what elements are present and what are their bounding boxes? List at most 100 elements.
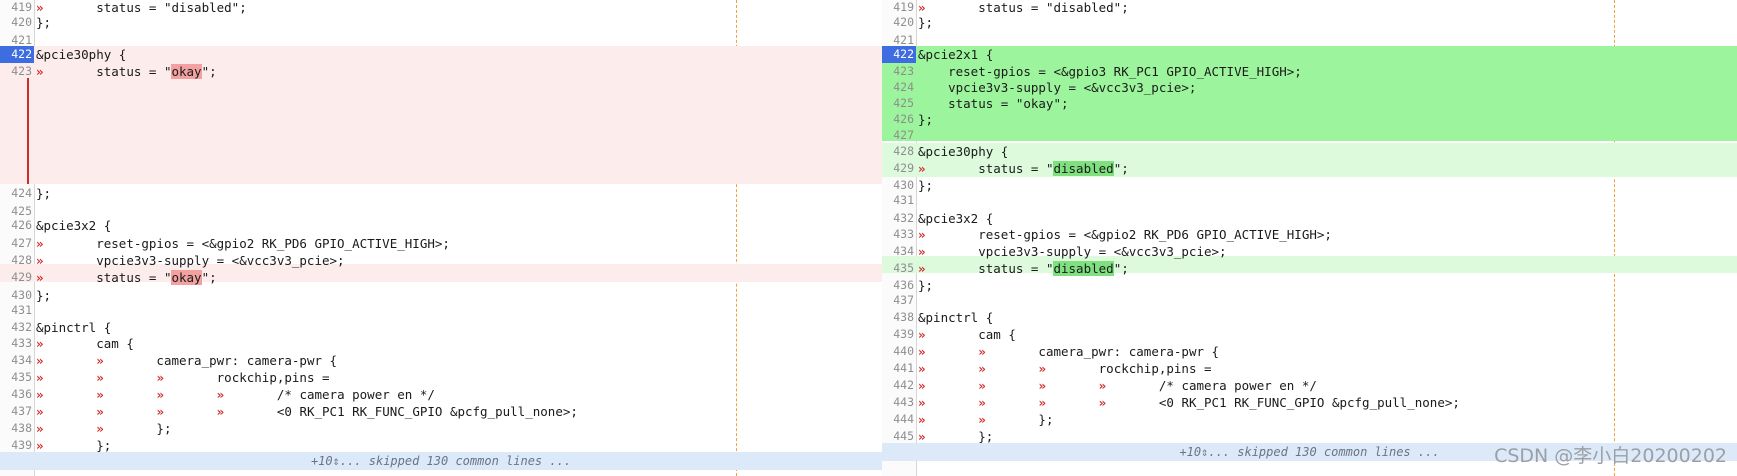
tab-marker: » [36, 270, 44, 285]
line-number[interactable]: 424 [0, 185, 34, 202]
line-number[interactable]: 434 [882, 243, 916, 260]
code-line[interactable]: » status = "okay"; [36, 269, 217, 286]
tab-marker: » [918, 327, 926, 342]
code-line[interactable]: » reset-gpios = <&gpio2 RK_PD6 GPIO_ACTI… [36, 235, 450, 252]
code-line[interactable]: &pcie30phy { [36, 46, 126, 63]
code-line[interactable]: }; [918, 177, 933, 194]
right-diff-pane[interactable]: 419» status = "disabled"; 420}; 421 422 &pci… [882, 0, 1737, 476]
line-number[interactable]: 422 [882, 46, 916, 63]
line-number[interactable]: 431 [0, 302, 34, 319]
changed-word: disabled [1053, 261, 1114, 276]
line-number[interactable]: 422 [0, 46, 34, 63]
code-line[interactable]: reset-gpios = <&gpio3 RK_PC1 GPIO_ACTIVE… [918, 63, 1302, 80]
code-line[interactable]: » » }; [918, 411, 1053, 428]
line-number[interactable]: 435 [0, 369, 34, 386]
code-line[interactable]: » vpcie3v3-supply = <&vcc3v3_pcie>; [918, 243, 1227, 260]
code-line[interactable]: }; [918, 111, 933, 128]
code-line[interactable]: » » camera_pwr: camera-pwr { [918, 343, 1219, 360]
line-number[interactable]: 423 [882, 63, 916, 80]
line-number[interactable]: 437 [0, 403, 34, 420]
code-line[interactable]: » status = "disabled"; [918, 260, 1129, 277]
line-number[interactable]: 426 [882, 111, 916, 128]
line-number[interactable]: 441 [882, 360, 916, 377]
code-line[interactable]: » » camera_pwr: camera-pwr { [36, 352, 337, 369]
code-line[interactable]: vpcie3v3-supply = <&vcc3v3_pcie>; [918, 79, 1196, 96]
line-number[interactable]: 438 [882, 309, 916, 326]
line-number[interactable]: 432 [0, 319, 34, 336]
line-number[interactable]: 440 [882, 343, 916, 360]
code-line[interactable]: » status = "disabled"; [918, 160, 1129, 177]
code-line[interactable]: » cam { [918, 326, 1016, 343]
line-number[interactable]: 439 [882, 326, 916, 343]
line-number[interactable]: 435 [882, 260, 916, 277]
code-line[interactable]: &pcie2x1 { [918, 46, 993, 63]
code-line[interactable]: }; [36, 287, 51, 304]
line-number[interactable]: 438 [0, 420, 34, 437]
tab-marker: » [216, 387, 225, 402]
code-line[interactable]: &pinctrl { [918, 309, 993, 326]
tab-marker: » [1038, 378, 1046, 393]
tab-marker: » [156, 370, 164, 385]
line-number[interactable]: 444 [882, 411, 916, 428]
tab-marker: » [1038, 395, 1046, 410]
tab-marker: » [918, 412, 926, 427]
line-number[interactable]: 431 [882, 192, 916, 209]
line-number[interactable]: 420 [0, 14, 34, 31]
tab-marker: » [216, 404, 225, 419]
line-number[interactable]: 434 [0, 352, 34, 369]
line-number[interactable]: 423 [0, 63, 34, 80]
tab-marker: » [918, 161, 926, 176]
code-line[interactable]: &pcie30phy { [918, 143, 1008, 160]
skipped-lines-bar[interactable]: +10⇕... skipped 130 common lines ... [0, 452, 882, 470]
line-number[interactable]: 437 [882, 292, 916, 309]
line-number[interactable]: 426 [0, 217, 34, 234]
code-line[interactable]: » » » » /* camera power en */ [918, 377, 1317, 394]
code-line[interactable]: » » » » /* camera power en */ [36, 386, 435, 403]
tab-marker: » [96, 404, 104, 419]
line-number[interactable]: 433 [0, 335, 34, 352]
line-number[interactable]: 432 [882, 210, 916, 227]
code-line[interactable]: » » }; [36, 420, 171, 437]
code-line[interactable]: }; [918, 277, 933, 294]
tab-marker: » [978, 412, 986, 427]
code-line[interactable]: » cam { [36, 335, 134, 352]
code-line[interactable]: }; [36, 185, 51, 202]
code-line[interactable]: » » » » <0 RK_PC1 RK_FUNC_GPIO &pcfg_pul… [918, 394, 1460, 411]
code-line[interactable]: status = "okay"; [918, 95, 1068, 112]
tab-marker: » [978, 395, 986, 410]
line-number[interactable]: 428 [882, 143, 916, 160]
code-line[interactable]: }; [918, 14, 933, 31]
code-line[interactable]: » status = "disabled"; [918, 0, 1129, 16]
line-number[interactable]: 442 [882, 377, 916, 394]
line-number[interactable]: 420 [882, 14, 916, 31]
line-number[interactable]: 429 [882, 160, 916, 177]
line-number[interactable]: 427 [0, 235, 34, 252]
code-line[interactable]: » reset-gpios = <&gpio2 RK_PD6 GPIO_ACTI… [918, 226, 1332, 243]
tab-marker: » [1098, 378, 1107, 393]
tab-marker: » [918, 344, 926, 359]
code-line[interactable]: » status = "okay"; [36, 63, 217, 80]
tab-marker: » [96, 353, 104, 368]
code-line[interactable]: }; [36, 14, 51, 31]
code-line[interactable]: » » » rockchip,pins = [918, 360, 1212, 377]
line-number[interactable]: 443 [882, 394, 916, 411]
line-number[interactable]: 436 [0, 386, 34, 403]
code-line[interactable]: &pinctrl { [36, 319, 111, 336]
code-line[interactable]: » vpcie3v3-supply = <&vcc3v3_pcie>; [36, 252, 345, 269]
line-number[interactable]: 427 [882, 127, 916, 144]
code-line[interactable]: » » » » <0 RK_PC1 RK_FUNC_GPIO &pcfg_pul… [36, 403, 578, 420]
tab-marker: » [96, 370, 104, 385]
code-line[interactable]: » status = "disabled"; [36, 0, 247, 16]
line-number[interactable]: 429 [0, 269, 34, 286]
code-line[interactable]: &pcie3x2 { [918, 210, 993, 227]
changed-word: okay [171, 270, 202, 285]
tab-marker: » [36, 353, 44, 368]
code-line[interactable]: » » » rockchip,pins = [36, 369, 330, 386]
line-number[interactable]: 424 [882, 79, 916, 96]
line-number[interactable]: 428 [0, 252, 34, 269]
tab-marker: » [156, 404, 164, 419]
line-number[interactable]: 425 [882, 95, 916, 112]
line-number[interactable]: 433 [882, 226, 916, 243]
code-line[interactable]: &pcie3x2 { [36, 217, 111, 234]
left-diff-pane[interactable]: 419» status = "disabled"; 420}; 421 422 &pci… [0, 0, 882, 476]
